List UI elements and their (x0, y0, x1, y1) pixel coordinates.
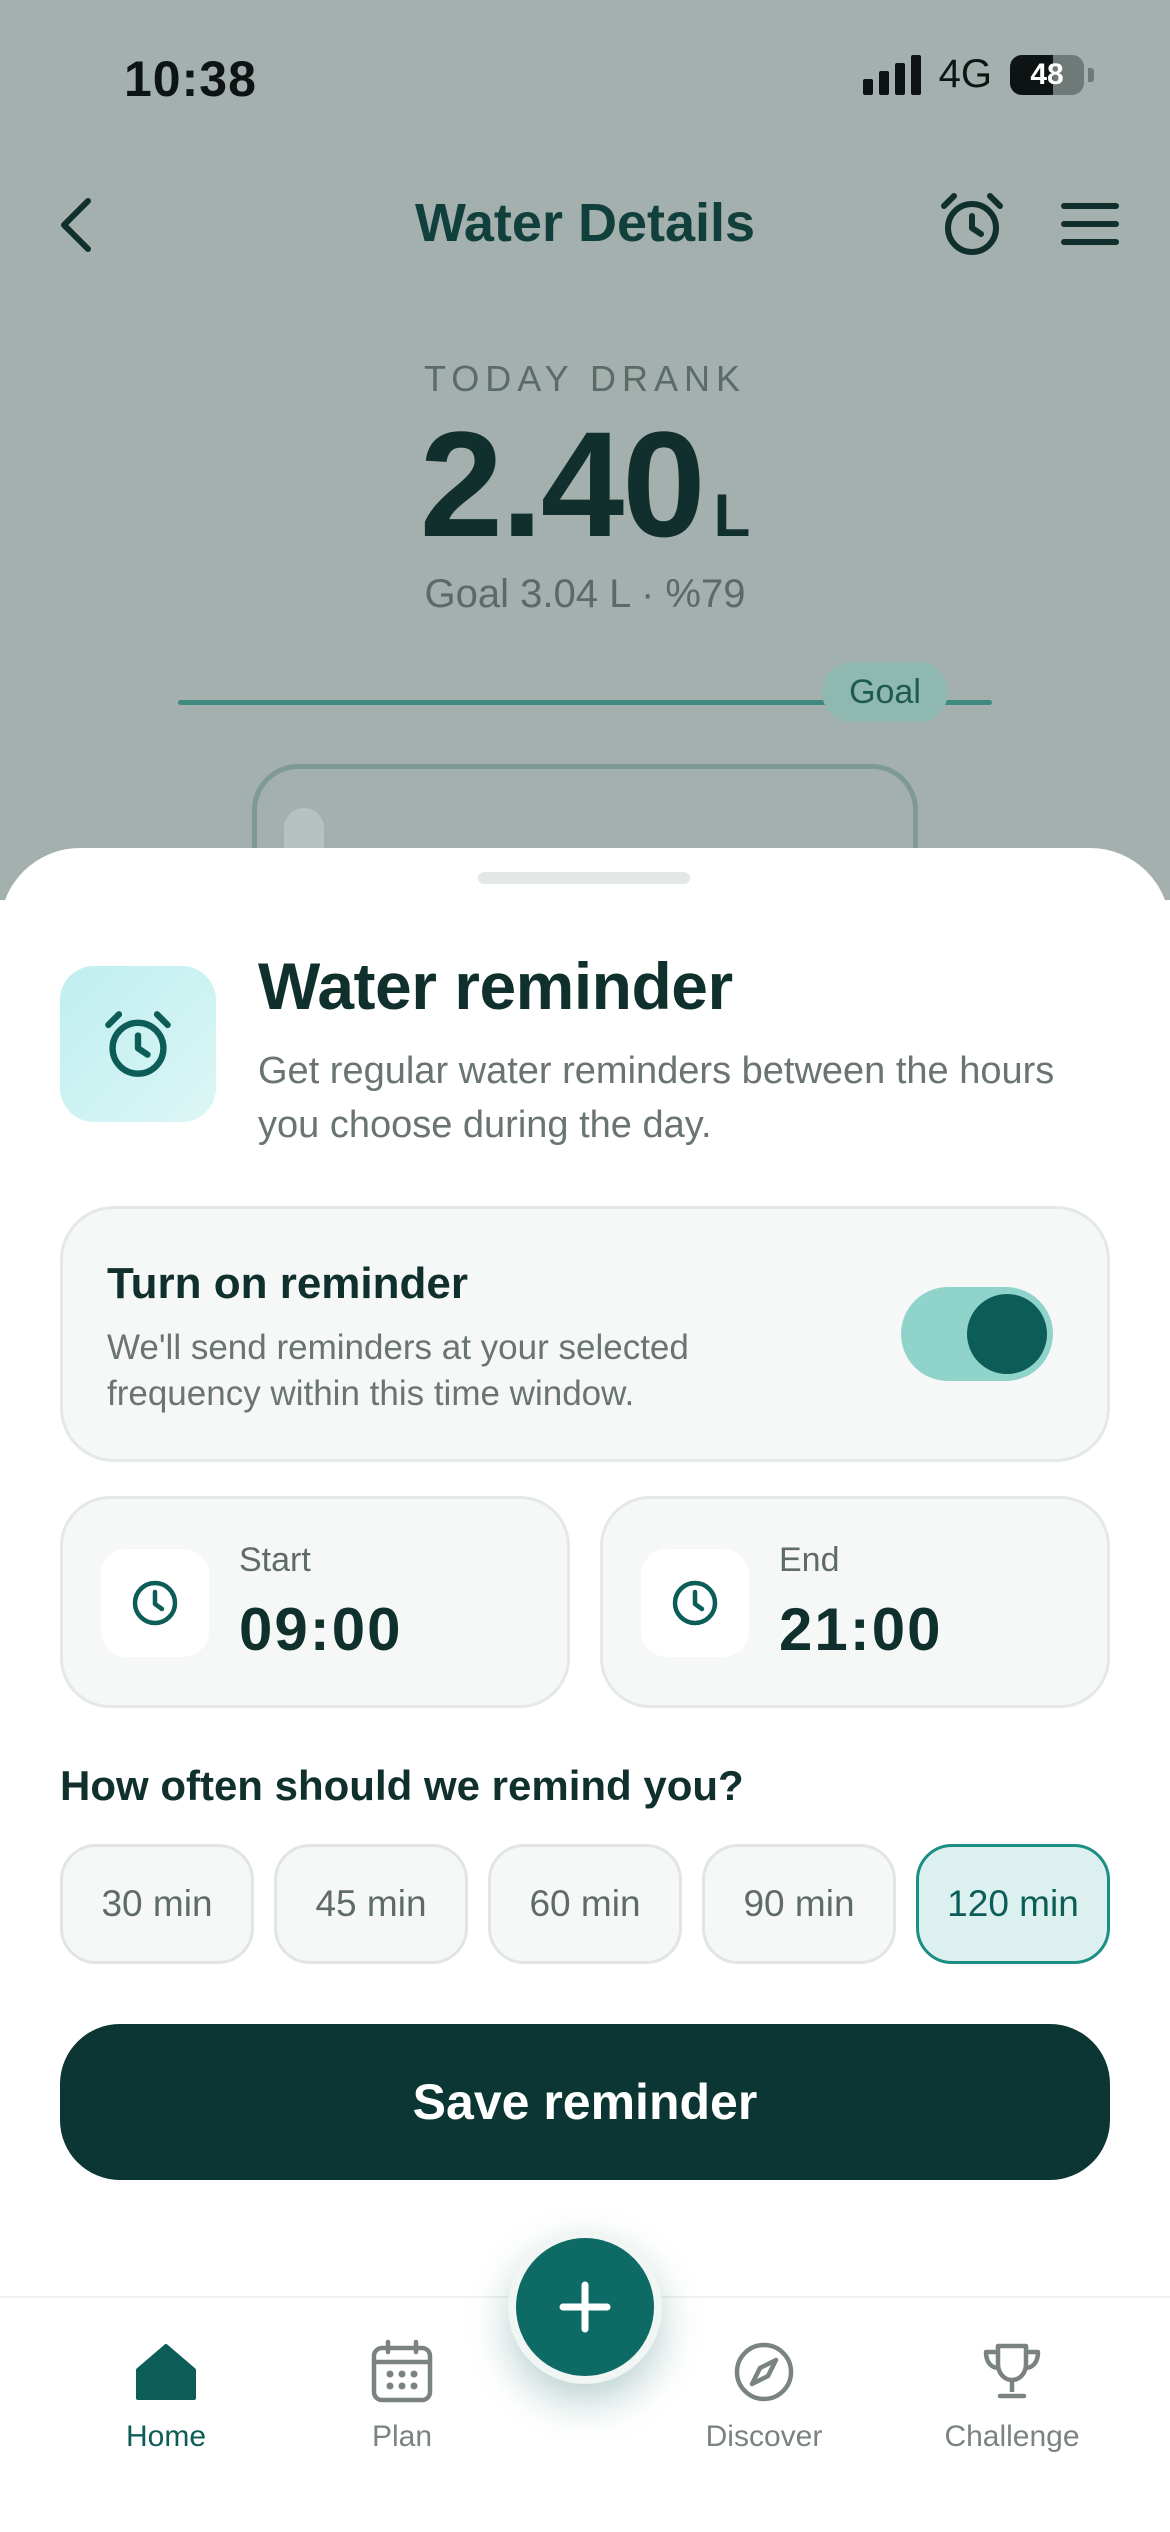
background-page: 10:38 4G 48 Water Details TODAY DRANK 2.… (0, 0, 1170, 964)
status-indicators: 4G 48 (862, 52, 1094, 97)
start-time-value: 09:00 (239, 1596, 403, 1663)
goal-text: Goal 3.04 L · %79 (424, 572, 746, 616)
reminder-toggle-card: Turn on reminder We'll send reminders at… (60, 1206, 1110, 1462)
end-time-card[interactable]: End 21:00 (600, 1496, 1110, 1708)
start-time-label: Start (239, 1541, 311, 1579)
frequency-question: How often should we remind you? (60, 1762, 744, 1809)
battery-level: 48 (1030, 57, 1064, 91)
compass-icon (734, 2342, 794, 2402)
tab-challenge[interactable]: Challenge (902, 2338, 1122, 2454)
tab-plan[interactable]: Plan (292, 2338, 512, 2454)
end-time-value: 21:00 (779, 1596, 943, 1663)
tab-home[interactable]: Home (56, 2338, 276, 2454)
network-label: 4G (938, 52, 992, 96)
calendar-icon (371, 2339, 433, 2403)
goal-marker: Goal (822, 662, 948, 722)
reminder-description: Get regular water reminders between the … (258, 1050, 1055, 1146)
tab-challenge-label: Challenge (944, 2420, 1080, 2453)
tab-plan-label: Plan (371, 2420, 433, 2453)
screen: 10:38 4G 48 Water Details TODAY DRANK 2.… (0, 0, 1170, 2532)
today-label: TODAY DRANK (423, 358, 747, 399)
add-water-button[interactable] (508, 2230, 662, 2384)
toggle-description: We'll send reminders at your selected fr… (107, 1328, 689, 1413)
today-amount: 2.40 L (0, 398, 1170, 571)
toggle-title: Turn on reminder (107, 1259, 468, 1308)
alarm-clock-icon[interactable] (938, 190, 1006, 258)
clock-icon (672, 1580, 718, 1626)
frequency-option-90[interactable]: 90 min (702, 1844, 896, 1964)
reminder-title: Water reminder (258, 949, 733, 1023)
today-value: 2.40 (419, 400, 706, 568)
menu-icon[interactable] (1060, 200, 1120, 248)
frequency-options: 30 min 45 min 60 min 90 min 120 min (60, 1844, 1110, 1964)
save-reminder-button[interactable]: Save reminder (60, 2024, 1110, 2180)
sheet-handle[interactable] (478, 872, 690, 884)
signal-icon (862, 54, 921, 95)
start-time-icon-box (101, 1549, 209, 1657)
today-unit: L (713, 482, 751, 549)
tab-discover-label: Discover (705, 2420, 823, 2453)
end-time-label: End (779, 1541, 840, 1579)
frequency-option-120[interactable]: 120 min (916, 1844, 1110, 1964)
frequency-option-30[interactable]: 30 min (60, 1844, 254, 1964)
home-icon (136, 2344, 196, 2400)
plus-icon (559, 2281, 611, 2333)
toggle-knob (967, 1294, 1047, 1374)
status-time: 10:38 (124, 51, 257, 107)
trophy-icon (983, 2343, 1041, 2399)
frequency-option-60[interactable]: 60 min (488, 1844, 682, 1964)
start-time-card[interactable]: Start 09:00 (60, 1496, 570, 1708)
tab-home-label: Home (125, 2420, 207, 2453)
tab-discover[interactable]: Discover (654, 2338, 874, 2454)
reminder-icon-box (60, 966, 216, 1122)
frequency-option-45[interactable]: 45 min (274, 1844, 468, 1964)
clock-icon (132, 1580, 178, 1626)
reminder-toggle-switch[interactable] (901, 1287, 1053, 1381)
alarm-clock-icon (105, 1011, 171, 1077)
end-time-icon-box (641, 1549, 749, 1657)
battery-icon: 48 (1010, 54, 1084, 95)
